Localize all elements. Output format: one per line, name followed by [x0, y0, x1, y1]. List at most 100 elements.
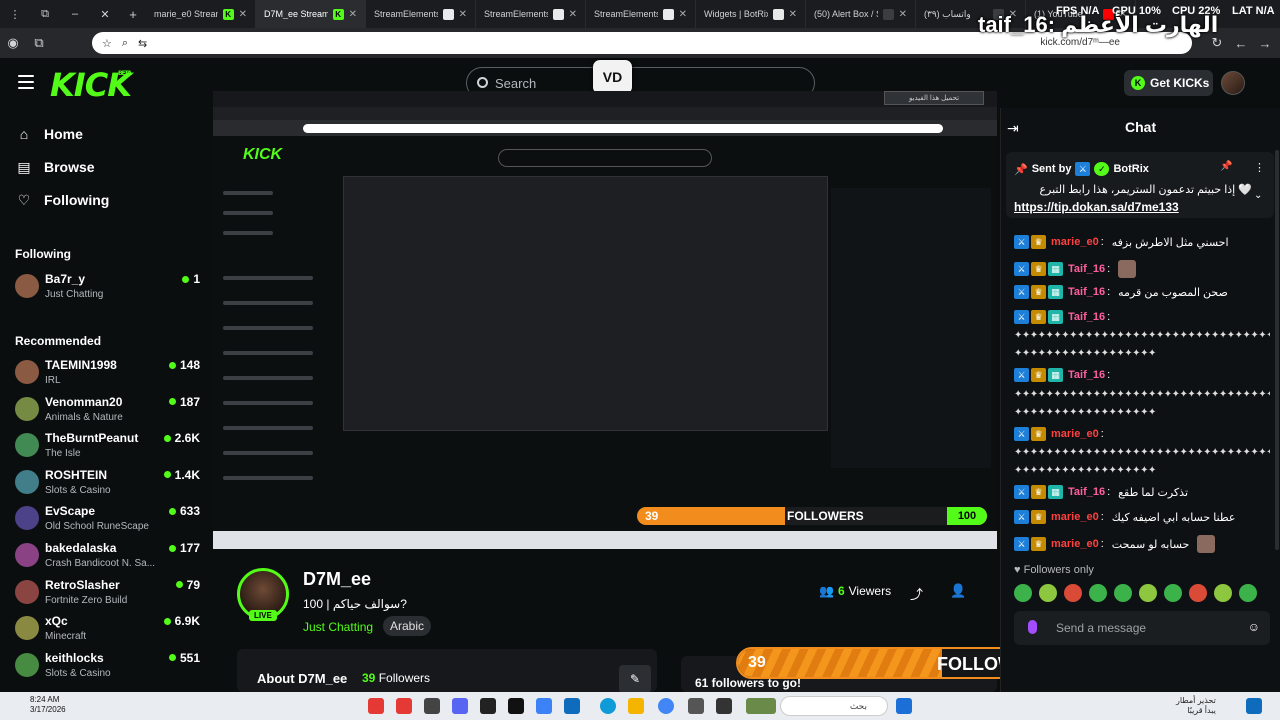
chat-username[interactable]: Taif_16	[1068, 311, 1105, 323]
sidebar-channel[interactable]: RetroSlasher Fortnite Zero Build 79	[15, 576, 200, 610]
app-icon[interactable]	[688, 698, 704, 714]
weather-widget[interactable]: تحذير أمطار يبدأ قريبًا	[1176, 696, 1216, 716]
emote-icon[interactable]	[1189, 584, 1207, 602]
pinned-link[interactable]: https://tip.dokan.sa/d7me133	[1014, 200, 1179, 214]
emote-icon[interactable]	[1139, 584, 1157, 602]
sidebar-channel[interactable]: ROSHTEIN Slots & Casino 1.4K	[15, 466, 200, 500]
browser-tab[interactable]: D7M_ee Stream - K ✕	[256, 0, 366, 28]
app-icon[interactable]	[396, 698, 412, 714]
get-kicks-button[interactable]: K Get KICKs	[1124, 70, 1213, 96]
download-video-chip[interactable]: تحميل هذا الفيديو	[884, 91, 984, 105]
new-tab-button[interactable]: +	[120, 7, 146, 22]
emote-icon[interactable]	[1164, 584, 1182, 602]
close-tab-icon[interactable]: ✕	[899, 9, 907, 20]
app-icon[interactable]	[508, 698, 524, 714]
app-icon[interactable]	[564, 698, 580, 714]
taskbar-search[interactable]: بحث	[780, 696, 888, 716]
nav-home[interactable]: ⌂ Home	[16, 126, 83, 142]
start-icon[interactable]	[896, 698, 912, 714]
emote-icon[interactable]	[1014, 584, 1032, 602]
sidebar-channel[interactable]: EvScape Old School RuneScape 633	[15, 502, 200, 536]
app-icon[interactable]	[746, 698, 776, 714]
minimize-icon[interactable]: –	[60, 0, 90, 28]
emote-icon[interactable]	[1214, 584, 1232, 602]
chat-username[interactable]: Taif_16	[1068, 486, 1105, 498]
hamburger-menu-icon[interactable]	[18, 75, 34, 89]
sidebar-channel[interactable]: Venomman20 Animals & Nature 187	[15, 393, 200, 427]
emote-icon[interactable]	[1089, 584, 1107, 602]
app-icon[interactable]	[368, 698, 384, 714]
zoom-icon[interactable]: ⌕	[122, 37, 128, 50]
chat-text: تذكرت لما طقع	[1118, 486, 1189, 499]
close-tab-icon[interactable]: ✕	[459, 9, 467, 20]
window-menu-icon[interactable]: ⋮	[0, 0, 30, 28]
browser-tab[interactable]: StreamElements ✕	[586, 0, 696, 28]
browser-tab[interactable]: (50) Alert Box / S ✕	[806, 0, 916, 28]
close-tab-icon[interactable]: ✕	[679, 9, 687, 20]
emoji-icon[interactable]: ☺	[1248, 620, 1260, 634]
close-window-icon[interactable]: ✕	[90, 0, 120, 28]
kick-logo[interactable]: KICK BETA	[50, 66, 132, 104]
sidebar-channel[interactable]: keithlocks Slots & Casino 551	[15, 649, 200, 683]
chat-username[interactable]: Taif_16	[1068, 263, 1105, 275]
video-player[interactable]: تحميل هذا الفيديو KICK 39 FOLLOWERS 100	[213, 91, 997, 549]
browser-tab[interactable]: Widgets | BotRix ✕	[696, 0, 806, 28]
channel-name[interactable]: D7M_ee	[303, 569, 371, 590]
close-tab-icon[interactable]: ✕	[569, 9, 577, 20]
file-explorer-icon[interactable]	[628, 698, 644, 714]
sidebar-channel[interactable]: xQc Minecraft 6.9K	[15, 612, 200, 646]
edge-icon[interactable]	[600, 698, 616, 714]
edit-pencil-icon[interactable]: ✎	[619, 665, 651, 693]
more-options-icon[interactable]: ⋮	[1254, 161, 1265, 174]
app-icon[interactable]	[716, 698, 732, 714]
sidebar-channel[interactable]: bakedalaska Crash Bandicoot N. Sa... 177	[15, 539, 200, 573]
chat-username[interactable]: marie_e0	[1051, 428, 1099, 440]
forward-icon[interactable]: →	[1252, 28, 1278, 58]
chat-scrollbar[interactable]	[1275, 150, 1279, 550]
browser-tab[interactable]: StreamElements ✕	[366, 0, 476, 28]
app-icon[interactable]	[424, 698, 440, 714]
sidebar-channel[interactable]: TheBurntPeanut The Isle 2.6K	[15, 429, 200, 463]
browser-tab[interactable]: marie_e0 Stream K ✕	[146, 0, 256, 28]
chat-username[interactable]: marie_e0	[1051, 511, 1099, 523]
follow-user-icon[interactable]: 👤	[950, 583, 966, 599]
extensions-icon[interactable]: ⧉	[26, 28, 52, 58]
share-icon[interactable]: ⤴	[910, 584, 923, 603]
collapse-chat-icon[interactable]: ⇥	[1007, 120, 1019, 137]
emote-icon[interactable]	[1064, 584, 1082, 602]
sidebar-channel[interactable]: Ba7r_y Just Chatting 1	[15, 270, 200, 304]
app-icon[interactable]	[536, 698, 552, 714]
close-tab-icon[interactable]: ✕	[349, 9, 357, 20]
nav-following[interactable]: ♡ Following	[16, 192, 110, 209]
back-icon[interactable]: ←	[1228, 28, 1254, 58]
user-avatar[interactable]	[1221, 71, 1245, 95]
chat-input[interactable]: Send a message ☺	[1014, 611, 1270, 645]
unpin-icon[interactable]: 📌	[1220, 161, 1232, 172]
bookmark-star-icon[interactable]: ☆	[102, 37, 112, 50]
sidebar-channel[interactable]: TAEMIN1998 IRL 148	[15, 356, 200, 390]
discord-icon[interactable]	[452, 698, 468, 714]
taskbar-clock[interactable]: 8:24 AM 3/17/2026	[30, 695, 66, 715]
emote-icon[interactable]	[1039, 584, 1057, 602]
chrome-icon[interactable]	[658, 698, 674, 714]
stream-category-link[interactable]: Just Chatting	[303, 620, 373, 634]
tab-groups-icon[interactable]: ⧉	[30, 0, 60, 28]
nav-browse[interactable]: ▤ Browse	[16, 159, 94, 176]
browser-tab[interactable]: StreamElements ✕	[476, 0, 586, 28]
bot-name[interactable]: BotRix	[1113, 163, 1148, 175]
chevron-down-icon[interactable]: ⌄	[1254, 190, 1262, 201]
chat-username[interactable]: marie_e0	[1051, 236, 1099, 248]
profile-icon[interactable]: ◉	[0, 28, 26, 58]
chat-username[interactable]: Taif_16	[1068, 286, 1105, 298]
mic-icon[interactable]	[1028, 620, 1037, 634]
close-tab-icon[interactable]: ✕	[789, 9, 797, 20]
weather-icon[interactable]	[1246, 698, 1262, 714]
emote-icon[interactable]	[1239, 584, 1257, 602]
close-tab-icon[interactable]: ✕	[239, 9, 247, 20]
chat-username[interactable]: marie_e0	[1051, 538, 1099, 550]
chat-username[interactable]: Taif_16	[1068, 369, 1105, 381]
emote-icon[interactable]	[1114, 584, 1132, 602]
language-tag[interactable]: Arabic	[383, 616, 432, 636]
translate-icon[interactable]: ⇆	[138, 37, 147, 50]
obs-icon[interactable]	[480, 698, 496, 714]
